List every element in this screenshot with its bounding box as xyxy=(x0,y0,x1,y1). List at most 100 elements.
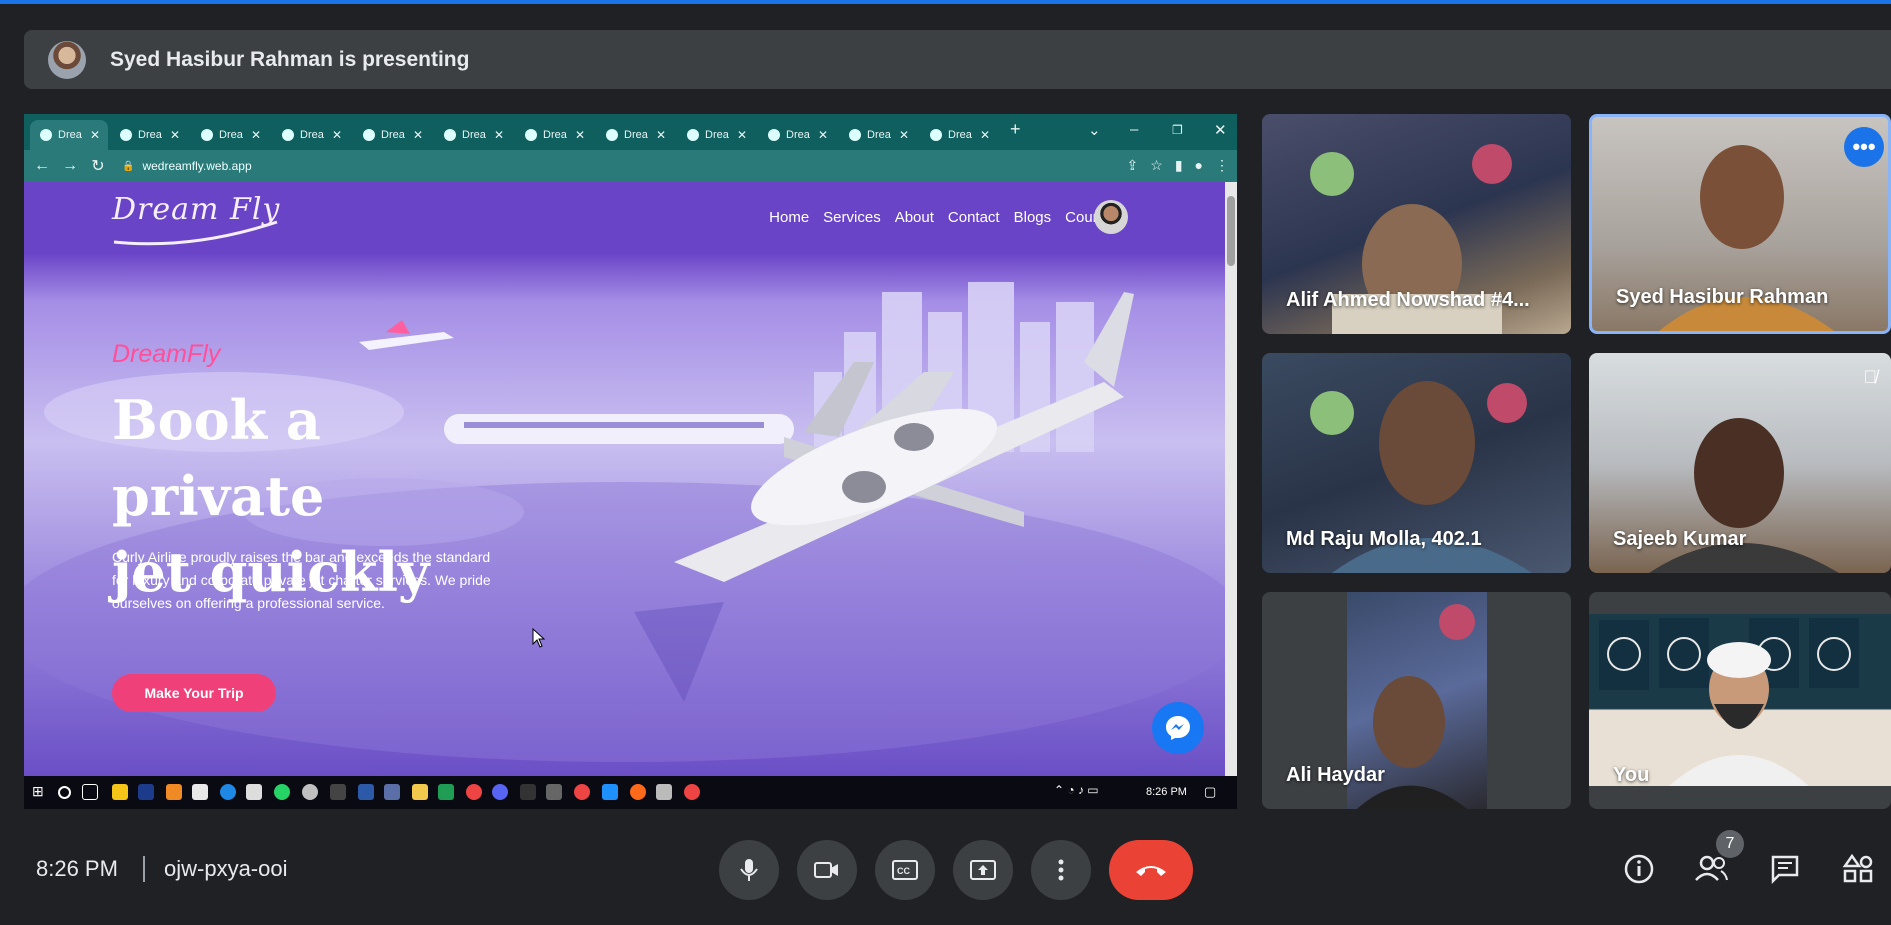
terminal-icon[interactable] xyxy=(330,784,346,800)
close-tab-icon[interactable]: ✕ xyxy=(737,128,747,142)
favicon-icon xyxy=(444,129,456,141)
app-icon[interactable] xyxy=(358,784,374,800)
browser-tab[interactable]: Drea ✕ xyxy=(30,120,108,150)
windows-start-icon[interactable]: ⊞ xyxy=(32,783,48,799)
browser-tab[interactable]: Drea ✕ xyxy=(272,120,350,150)
browser-tab[interactable]: Drea ✕ xyxy=(758,120,836,150)
close-tab-icon[interactable]: ✕ xyxy=(899,128,909,142)
more-options-button[interactable] xyxy=(1031,840,1091,900)
more-options-icon[interactable]: ••• xyxy=(1844,127,1884,167)
chat-icon xyxy=(1771,855,1799,885)
messenger-icon xyxy=(1166,716,1190,740)
close-tab-icon[interactable]: ✕ xyxy=(413,128,423,142)
store-icon[interactable] xyxy=(246,784,262,800)
vscode-icon[interactable] xyxy=(602,784,618,800)
app-icon[interactable] xyxy=(630,784,646,800)
chrome-icon[interactable] xyxy=(466,784,482,800)
close-tab-icon[interactable]: ✕ xyxy=(818,128,828,142)
captions-button[interactable]: CC xyxy=(875,840,935,900)
meeting-details-button[interactable] xyxy=(1624,854,1654,891)
notifications-icon[interactable]: ▢ xyxy=(1204,784,1216,800)
app-icon[interactable] xyxy=(546,784,562,800)
sticky-notes-icon[interactable] xyxy=(112,784,128,800)
app-icon[interactable] xyxy=(384,784,400,800)
site-user-avatar[interactable] xyxy=(1094,200,1128,234)
browser-tab[interactable]: Drea ✕ xyxy=(596,120,674,150)
menu-home[interactable]: Home xyxy=(769,209,809,226)
close-tab-icon[interactable]: ✕ xyxy=(170,128,180,142)
restore-icon[interactable]: ❐ xyxy=(1172,123,1183,137)
participant-tile[interactable]: Alif Ahmed Nowshad #4... xyxy=(1262,114,1571,334)
app-icon[interactable] xyxy=(438,784,454,800)
close-tab-icon[interactable]: ✕ xyxy=(332,128,342,142)
tab-search-icon[interactable]: ⌄ xyxy=(1088,121,1101,139)
side-panel-icon[interactable]: ▮ xyxy=(1175,157,1183,174)
chrome-icon[interactable] xyxy=(574,784,590,800)
page-scrollbar[interactable] xyxy=(1225,182,1237,776)
messenger-button[interactable] xyxy=(1152,702,1204,754)
forward-icon[interactable]: → xyxy=(56,157,84,175)
bookmark-star-icon[interactable]: ☆ xyxy=(1150,157,1163,174)
terminal-icon[interactable] xyxy=(520,784,536,800)
browser-tab[interactable]: Drea ✕ xyxy=(839,120,917,150)
menu-blogs[interactable]: Blogs xyxy=(1014,209,1052,226)
end-call-icon xyxy=(1136,866,1166,876)
end-call-button[interactable] xyxy=(1109,840,1193,900)
back-icon[interactable]: ← xyxy=(28,157,56,175)
scroll-thumb[interactable] xyxy=(1227,196,1235,266)
app-icon[interactable] xyxy=(656,784,672,800)
edge-icon[interactable] xyxy=(220,784,236,800)
close-window-icon[interactable]: ✕ xyxy=(1214,121,1227,139)
present-screen-button[interactable] xyxy=(953,840,1013,900)
participant-name: Ali Haydar xyxy=(1286,764,1385,786)
new-tab-button[interactable]: + xyxy=(1010,119,1021,140)
participant-tile-active-speaker[interactable]: ••• Syed Hasibur Rahman xyxy=(1589,114,1891,334)
profile-icon[interactable]: ● xyxy=(1195,157,1203,174)
task-view-icon[interactable] xyxy=(82,784,98,800)
microphone-button[interactable] xyxy=(719,840,779,900)
discord-icon[interactable] xyxy=(492,784,508,800)
chat-button[interactable] xyxy=(1770,854,1800,891)
browser-tab[interactable]: Drea ✕ xyxy=(191,120,269,150)
chrome-icon[interactable] xyxy=(684,784,700,800)
minimize-icon[interactable]: – xyxy=(1130,121,1138,138)
camera-button[interactable] xyxy=(797,840,857,900)
app-icon[interactable] xyxy=(302,784,318,800)
browser-tab[interactable]: Drea ✕ xyxy=(920,120,998,150)
cortana-icon[interactable] xyxy=(58,786,71,799)
browser-tab[interactable]: Drea ✕ xyxy=(677,120,755,150)
mail-icon[interactable] xyxy=(192,784,208,800)
reload-icon[interactable]: ↻ xyxy=(84,156,112,176)
url-field[interactable]: 🔒 wedreamfly.web.app xyxy=(122,159,252,173)
menu-contact[interactable]: Contact xyxy=(948,209,1000,226)
participant-tile[interactable]: Ali Haydar xyxy=(1262,592,1571,809)
close-tab-icon[interactable]: ✕ xyxy=(575,128,585,142)
system-tray-icons[interactable]: ⌃ ◔ ♪ ▭ xyxy=(1054,783,1099,797)
browser-tab[interactable]: Drea ✕ xyxy=(434,120,512,150)
participant-tile[interactable]: 🎙̸ Sajeeb Kumar xyxy=(1589,353,1891,573)
browser-tab[interactable]: Drea ✕ xyxy=(515,120,593,150)
more-vert-icon xyxy=(1058,859,1064,881)
participant-name: Sajeeb Kumar xyxy=(1613,528,1747,550)
activities-button[interactable] xyxy=(1842,853,1874,891)
close-tab-icon[interactable]: ✕ xyxy=(494,128,504,142)
menu-about[interactable]: About xyxy=(895,209,934,226)
participant-tile-self[interactable]: You xyxy=(1589,592,1891,809)
app-icon[interactable] xyxy=(166,784,182,800)
browser-tab[interactable]: Drea ✕ xyxy=(110,120,188,150)
close-tab-icon[interactable]: ✕ xyxy=(90,128,100,142)
people-button[interactable] xyxy=(1694,854,1728,889)
share-icon[interactable]: ⇪ xyxy=(1127,157,1139,174)
make-your-trip-button[interactable]: Make Your Trip xyxy=(112,674,276,712)
whatsapp-icon[interactable] xyxy=(274,784,290,800)
participant-name: Md Raju Molla, 402.1 xyxy=(1286,528,1482,550)
browser-menu-icon[interactable]: ⋮ xyxy=(1215,157,1229,174)
close-tab-icon[interactable]: ✕ xyxy=(980,128,990,142)
file-explorer-icon[interactable] xyxy=(412,784,428,800)
photoshop-icon[interactable] xyxy=(138,784,154,800)
menu-services[interactable]: Services xyxy=(823,209,881,226)
close-tab-icon[interactable]: ✕ xyxy=(656,128,666,142)
participant-tile[interactable]: Md Raju Molla, 402.1 xyxy=(1262,353,1571,573)
close-tab-icon[interactable]: ✕ xyxy=(251,128,261,142)
browser-tab[interactable]: Drea ✕ xyxy=(353,120,431,150)
